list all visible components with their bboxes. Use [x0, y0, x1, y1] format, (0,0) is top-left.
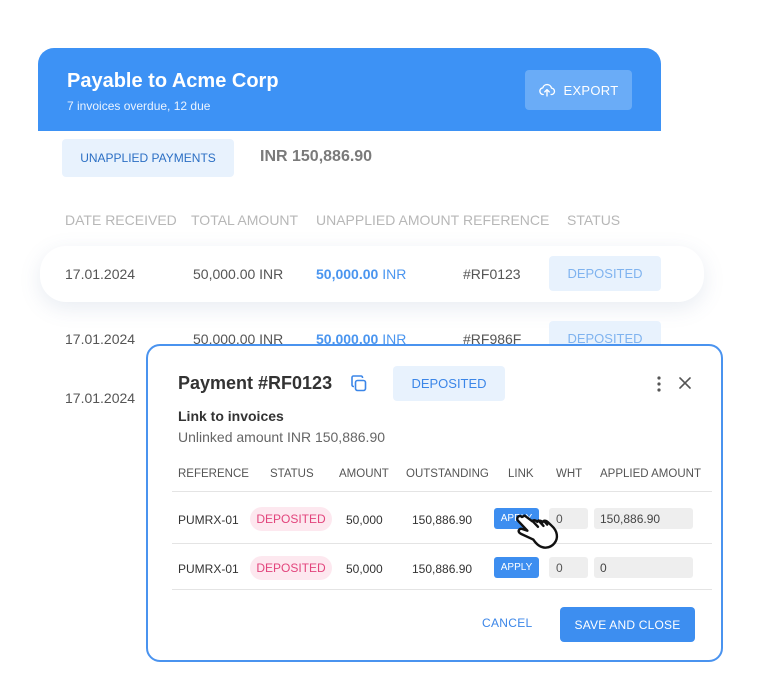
- cloud-upload-icon: [539, 83, 556, 97]
- row-date: 17.01.2024: [65, 331, 136, 347]
- column-header-wht: WHT: [556, 468, 583, 480]
- apply-button[interactable]: APPLY: [494, 557, 539, 578]
- column-header-unapplied: UNAPPLIED AMOUNT: [316, 212, 460, 228]
- copy-icon[interactable]: [349, 374, 369, 394]
- export-label: EXPORT: [563, 82, 619, 98]
- table-divider: [172, 589, 712, 590]
- column-header-status: STATUS: [567, 212, 621, 228]
- applied-amount-input[interactable]: 150,886.90: [594, 508, 693, 529]
- more-vertical-icon[interactable]: [652, 375, 666, 393]
- invoice-amount: 50,000: [346, 562, 383, 576]
- column-header-total: TOTAL AMOUNT: [191, 212, 299, 228]
- applied-amount-input[interactable]: 0: [594, 557, 693, 578]
- invoice-amount: 50,000: [346, 513, 383, 527]
- column-header-date: DATE RECEIVED: [65, 212, 177, 228]
- close-icon[interactable]: [678, 376, 692, 390]
- cancel-button[interactable]: CANCEL: [482, 616, 532, 630]
- export-button[interactable]: EXPORT: [525, 70, 632, 110]
- invoice-outstanding: 150,886.90: [412, 513, 473, 527]
- invoice-reference: PUMRX-01: [178, 513, 239, 527]
- total-unapplied-amount: INR 150,886.90: [260, 148, 373, 165]
- wht-input[interactable]: 0: [549, 557, 588, 578]
- payment-title: Payment #RF0123: [178, 373, 333, 393]
- row-date: 17.01.2024: [65, 390, 136, 406]
- column-header-applied: APPLIED AMOUNT: [600, 468, 701, 480]
- save-and-close-button[interactable]: SAVE AND CLOSE: [560, 607, 695, 642]
- row-unapplied: 50,000.00 INR: [316, 266, 407, 282]
- payables-screen: Payable to Acme Corp 7 invoices overdue,…: [0, 0, 768, 696]
- column-header-status: STATUS: [270, 468, 314, 480]
- column-header-reference: REFERENCE: [463, 212, 550, 228]
- row-reference: #RF0123: [463, 266, 521, 282]
- page-title: Payable to Acme Corp: [67, 70, 279, 92]
- column-header-outstanding: OUTSTANDING: [406, 468, 489, 480]
- invoice-summary: 7 invoices overdue, 12 due: [67, 99, 211, 113]
- link-to-invoices-heading: Link to invoices: [178, 408, 284, 424]
- table-divider: [172, 543, 712, 544]
- row-total: 50,000.00 INR: [193, 266, 284, 282]
- invoice-reference: PUMRX-01: [178, 562, 239, 576]
- column-header-amount: AMOUNT: [339, 468, 389, 480]
- payment-status-badge: DEPOSITED: [393, 366, 505, 401]
- invoice-status-pill: DEPOSITED: [250, 507, 332, 531]
- invoice-status-pill: DEPOSITED: [250, 556, 332, 580]
- column-header-link: LINK: [508, 468, 534, 480]
- unlinked-amount: Unlinked amount INR 150,886.90: [178, 429, 386, 445]
- payable-header: Payable to Acme Corp 7 invoices overdue,…: [38, 48, 661, 131]
- invoice-outstanding: 150,886.90: [412, 562, 473, 576]
- payment-link-dialog: Payment #RF0123 DEPOSITED Link to invoic…: [146, 344, 723, 662]
- tab-unapplied-payments[interactable]: UNAPPLIED PAYMENTS: [62, 139, 234, 177]
- status-badge: DEPOSITED: [549, 256, 661, 291]
- table-divider: [172, 491, 712, 492]
- row-date: 17.01.2024: [65, 266, 136, 282]
- hand-pointer-icon: [516, 514, 559, 549]
- column-header-reference: REFERENCE: [178, 468, 249, 480]
